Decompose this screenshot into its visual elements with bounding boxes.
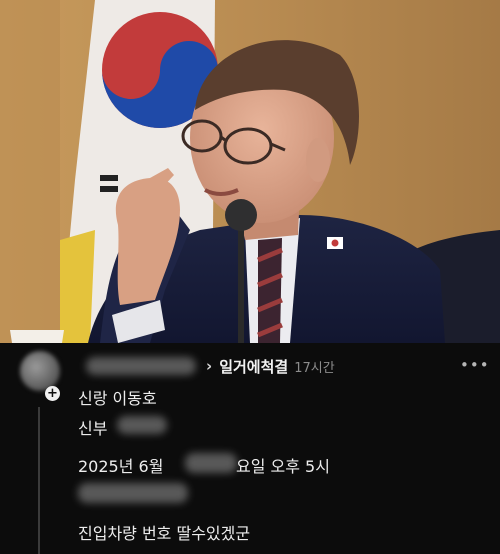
comment-line-groom: 신랑 이동호 <box>78 389 157 408</box>
app-screen: + › 일거에척결 17시간 ••• 신랑 이동호 신부 2025년 6월 요일… <box>0 0 500 554</box>
comment-line-remark: 진입차량 번호 딸수있겠군 <box>78 524 251 543</box>
date-redacted <box>185 453 237 473</box>
comment-card: + › 일거에척결 17시간 ••• 신랑 이동호 신부 2025년 6월 요일… <box>0 343 500 554</box>
comment-line-date-a: 2025년 6월 <box>78 457 164 476</box>
photo-illustration <box>0 0 500 343</box>
plus-icon[interactable]: + <box>45 386 60 401</box>
comment-header: › 일거에척결 17시간 <box>206 355 335 377</box>
post-photo[interactable] <box>0 0 500 343</box>
reply-target-name[interactable]: 일거에척결 <box>219 356 288 377</box>
more-horizontal-icon[interactable]: ••• <box>460 356 490 374</box>
comment-line-bride: 신부 <box>78 419 108 438</box>
thread-line <box>38 407 40 554</box>
avatar[interactable] <box>20 351 60 391</box>
bride-name-redacted <box>117 416 167 434</box>
username-redacted <box>86 357 196 375</box>
timestamp: 17시간 <box>294 360 335 376</box>
comment-line-date-b: 요일 오후 5시 <box>236 457 330 476</box>
venue-redacted <box>78 483 188 503</box>
chevron-right-icon: › <box>206 357 213 375</box>
